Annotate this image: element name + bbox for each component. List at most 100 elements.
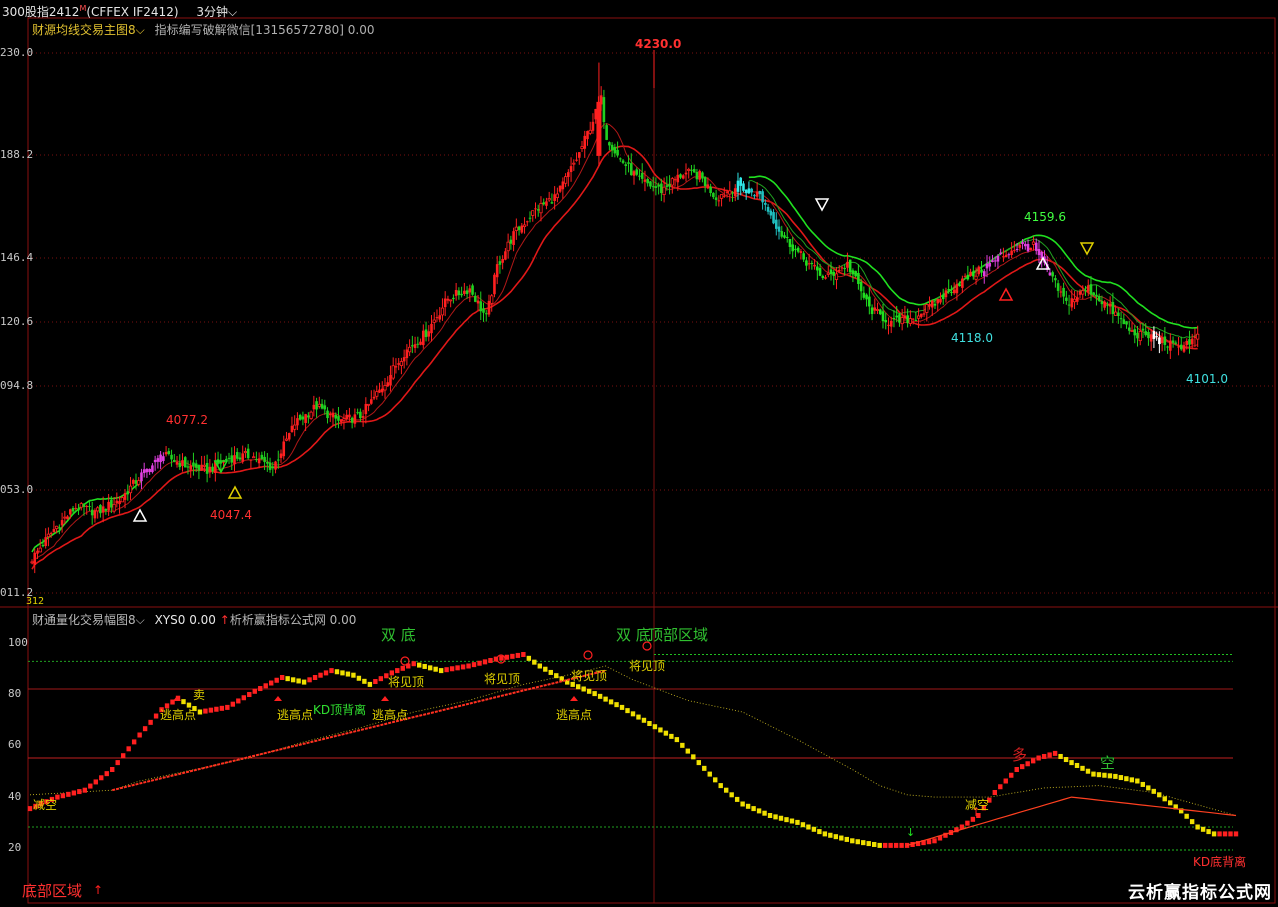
candle-body <box>413 344 417 348</box>
candle-body <box>588 129 592 134</box>
top-warning-signal: 将见顶 <box>388 675 425 689</box>
candle-body <box>651 186 655 188</box>
candle-body <box>1021 242 1024 245</box>
candle-body <box>1133 329 1137 336</box>
series-K-mark <box>614 702 619 708</box>
candle-body <box>972 271 975 277</box>
series-K-mark <box>1047 752 1052 758</box>
price-label: 4077.2 <box>166 413 208 427</box>
candle-body <box>952 289 956 294</box>
candle-body <box>558 185 562 192</box>
candle-body <box>394 366 398 368</box>
candle-body <box>522 224 527 228</box>
candle-body <box>947 289 950 291</box>
candle-body <box>654 186 658 188</box>
candle-body <box>246 448 250 459</box>
series-K-mark <box>778 815 784 821</box>
candle-body <box>900 317 904 325</box>
candle-body <box>610 144 614 151</box>
candle-body <box>252 456 256 459</box>
candle-body <box>583 135 587 149</box>
series-K-mark <box>247 692 252 698</box>
candle-body <box>1106 304 1109 306</box>
candle-body <box>263 456 266 463</box>
series-K-mark <box>323 670 329 676</box>
candle-body <box>74 507 78 509</box>
candle-body <box>235 452 239 459</box>
candle-body <box>1031 241 1036 245</box>
series-K-mark <box>740 801 745 807</box>
candle-body <box>810 263 814 265</box>
candle-body <box>44 537 47 546</box>
candle-body <box>725 191 729 193</box>
series-K-mark <box>713 777 718 783</box>
series-K-mark <box>307 677 312 683</box>
series-K-mark <box>252 688 257 694</box>
candle-body <box>279 453 283 458</box>
candle-body <box>821 275 825 279</box>
main-indicator-name[interactable]: 财源均线交易主图8 <box>32 23 136 37</box>
candle-body <box>1056 283 1060 291</box>
candle-body <box>227 457 231 459</box>
candle-body <box>490 295 494 304</box>
series-K-mark <box>773 814 778 820</box>
candle-body <box>134 480 138 484</box>
series-K-mark <box>756 808 762 814</box>
candle-body <box>774 219 778 229</box>
candle-body <box>408 346 412 353</box>
candle-body <box>824 277 827 279</box>
candle-body <box>884 320 888 323</box>
series-K-mark <box>356 675 362 681</box>
period-selector[interactable]: 3分钟⌵ <box>196 5 237 19</box>
series-K-mark <box>1135 778 1140 784</box>
series-K-mark <box>422 663 427 669</box>
sub-indicator-name[interactable]: 财通量化交易幅图8 <box>32 613 136 627</box>
candle-body <box>575 159 578 161</box>
candle-body <box>719 194 724 199</box>
series-K-mark <box>66 791 71 797</box>
candle-body <box>985 263 989 269</box>
series-K-mark <box>285 676 290 682</box>
y-label: 120.6 <box>0 315 34 328</box>
candle-body <box>791 244 795 252</box>
candle-body <box>816 266 819 271</box>
candle-body <box>706 184 710 189</box>
candle-body <box>482 308 485 313</box>
series-K-mark <box>767 813 773 818</box>
candle-body <box>805 260 808 266</box>
candle-body <box>131 479 135 484</box>
candle-body <box>780 231 784 237</box>
candle-body <box>922 313 926 315</box>
candle-body <box>761 191 764 203</box>
candle-body <box>46 533 51 538</box>
candle-body <box>785 236 789 238</box>
candle-body <box>1127 327 1131 331</box>
candle-body <box>1119 318 1123 320</box>
candle-body <box>514 226 518 231</box>
candle-body <box>422 330 425 346</box>
chart-canvas: ↓ ↑ ↑ <box>0 0 1278 907</box>
candle-body <box>41 544 45 547</box>
series-K-mark <box>630 711 636 717</box>
series-K-mark <box>855 839 860 845</box>
candle-body <box>640 172 644 179</box>
series-K-mark <box>1074 762 1080 768</box>
sub-indicator-bar: 财通量化交易幅图8⌵ XYS0 0.00 ↑析析赢指标公式网 0.00 <box>32 611 356 628</box>
candle-body <box>608 142 611 146</box>
series-K-mark <box>400 665 405 671</box>
candle-body <box>1084 290 1087 292</box>
candle-body <box>1138 331 1142 342</box>
candle-body <box>85 506 89 508</box>
candle-body <box>411 345 414 347</box>
candle-body <box>178 462 182 468</box>
candle-body <box>941 295 945 300</box>
series-K-mark <box>1063 757 1069 763</box>
series-K-mark <box>1222 831 1228 837</box>
candle-body <box>1144 331 1147 336</box>
chevron-down-icon[interactable]: ⌵ <box>136 23 145 37</box>
candle-body <box>870 307 874 315</box>
candle-body <box>484 313 488 315</box>
candle-body <box>427 331 431 337</box>
sub-value-1: XYS0 0.00 <box>154 613 216 627</box>
chevron-down-icon[interactable]: ⌵ <box>136 613 145 627</box>
